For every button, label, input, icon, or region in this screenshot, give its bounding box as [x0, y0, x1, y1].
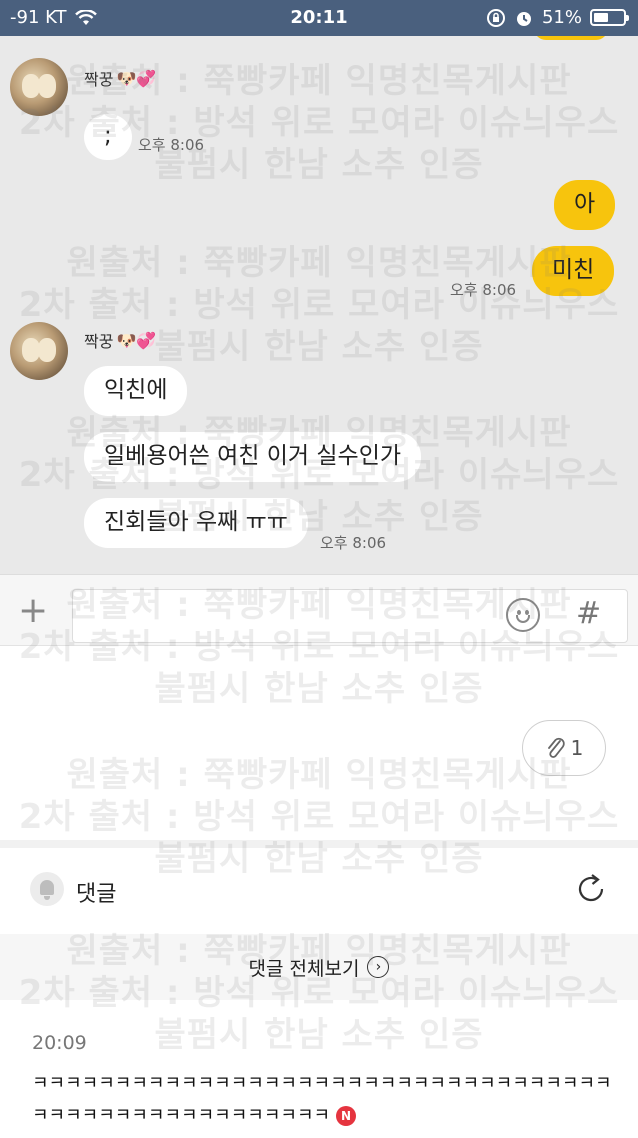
- bell-icon[interactable]: [30, 872, 64, 906]
- comment-time: 20:09: [32, 1032, 87, 1054]
- comment-text: ㅋㅋㅋㅋㅋㅋㅋㅋㅋㅋㅋㅋㅋㅋㅋㅋㅋㅋㅋㅋㅋㅋㅋㅋㅋㅋㅋㅋㅋㅋㅋㅋㅋㅋㅋㅋㅋㅋㅋㅋ…: [32, 1073, 612, 1126]
- view-all-comments-button[interactable]: 댓글 전체보기 ›: [0, 934, 638, 1000]
- emoticon-icon[interactable]: [506, 598, 540, 632]
- sender-emoji: 🐶💞: [116, 68, 157, 88]
- sender-avatar[interactable]: [10, 58, 68, 116]
- outgoing-message[interactable]: 미친: [532, 246, 615, 296]
- hashtag-button[interactable]: #: [576, 596, 601, 631]
- sender-name: 짝꿍 🐶💞: [84, 68, 157, 90]
- battery-icon: [590, 9, 629, 26]
- sender-emoji: 🐶💞: [116, 330, 157, 350]
- message-input-bar: +: [0, 574, 638, 646]
- status-bar: -91 KT 20:11 51%: [0, 0, 638, 36]
- comment-header: 댓글: [0, 848, 638, 934]
- attachment-count: 1: [570, 736, 584, 760]
- sender-avatar[interactable]: [10, 322, 68, 380]
- section-divider: [0, 840, 638, 848]
- incoming-message[interactable]: 일베용어쓴 여친 이거 실수인가: [84, 432, 422, 482]
- message-time: 오후 8:06: [450, 281, 517, 299]
- plus-button[interactable]: +: [18, 593, 48, 629]
- refresh-icon[interactable]: [572, 870, 610, 908]
- message-time: 오후 8:06: [320, 534, 387, 552]
- new-badge: N: [336, 1106, 357, 1126]
- sender-name: 짝꿍 🐶💞: [84, 330, 157, 352]
- attachment-button[interactable]: 1: [522, 720, 606, 776]
- comment-item[interactable]: 20:09 ㅋㅋㅋㅋㅋㅋㅋㅋㅋㅋㅋㅋㅋㅋㅋㅋㅋㅋㅋㅋㅋㅋㅋㅋㅋㅋㅋㅋㅋㅋㅋㅋㅋㅋ…: [0, 1000, 638, 1138]
- incoming-message[interactable]: 진회들아 우째 ㅠㅠ: [84, 498, 308, 548]
- previous-message-bubble: [534, 36, 608, 40]
- message-time: 오후 8:06: [138, 136, 205, 154]
- message-input[interactable]: [72, 589, 628, 643]
- alarm-icon: [516, 11, 531, 26]
- chevron-right-icon: ›: [367, 956, 390, 978]
- battery-percent: 51%: [541, 7, 582, 28]
- chat-area[interactable]: 짝꿍 🐶💞 ; 오후 8:06 아 미친 오후 8:06 짝꿍 🐶💞 익친에 일베용…: [0, 36, 638, 574]
- incoming-message[interactable]: ;: [84, 114, 132, 160]
- orientation-lock-icon: [486, 8, 505, 27]
- view-all-label: 댓글 전체보기: [248, 957, 360, 980]
- paperclip-icon: [547, 737, 565, 758]
- incoming-message[interactable]: 익친에: [84, 366, 188, 416]
- comment-title: 댓글: [76, 882, 117, 907]
- outgoing-message[interactable]: 아: [554, 180, 616, 230]
